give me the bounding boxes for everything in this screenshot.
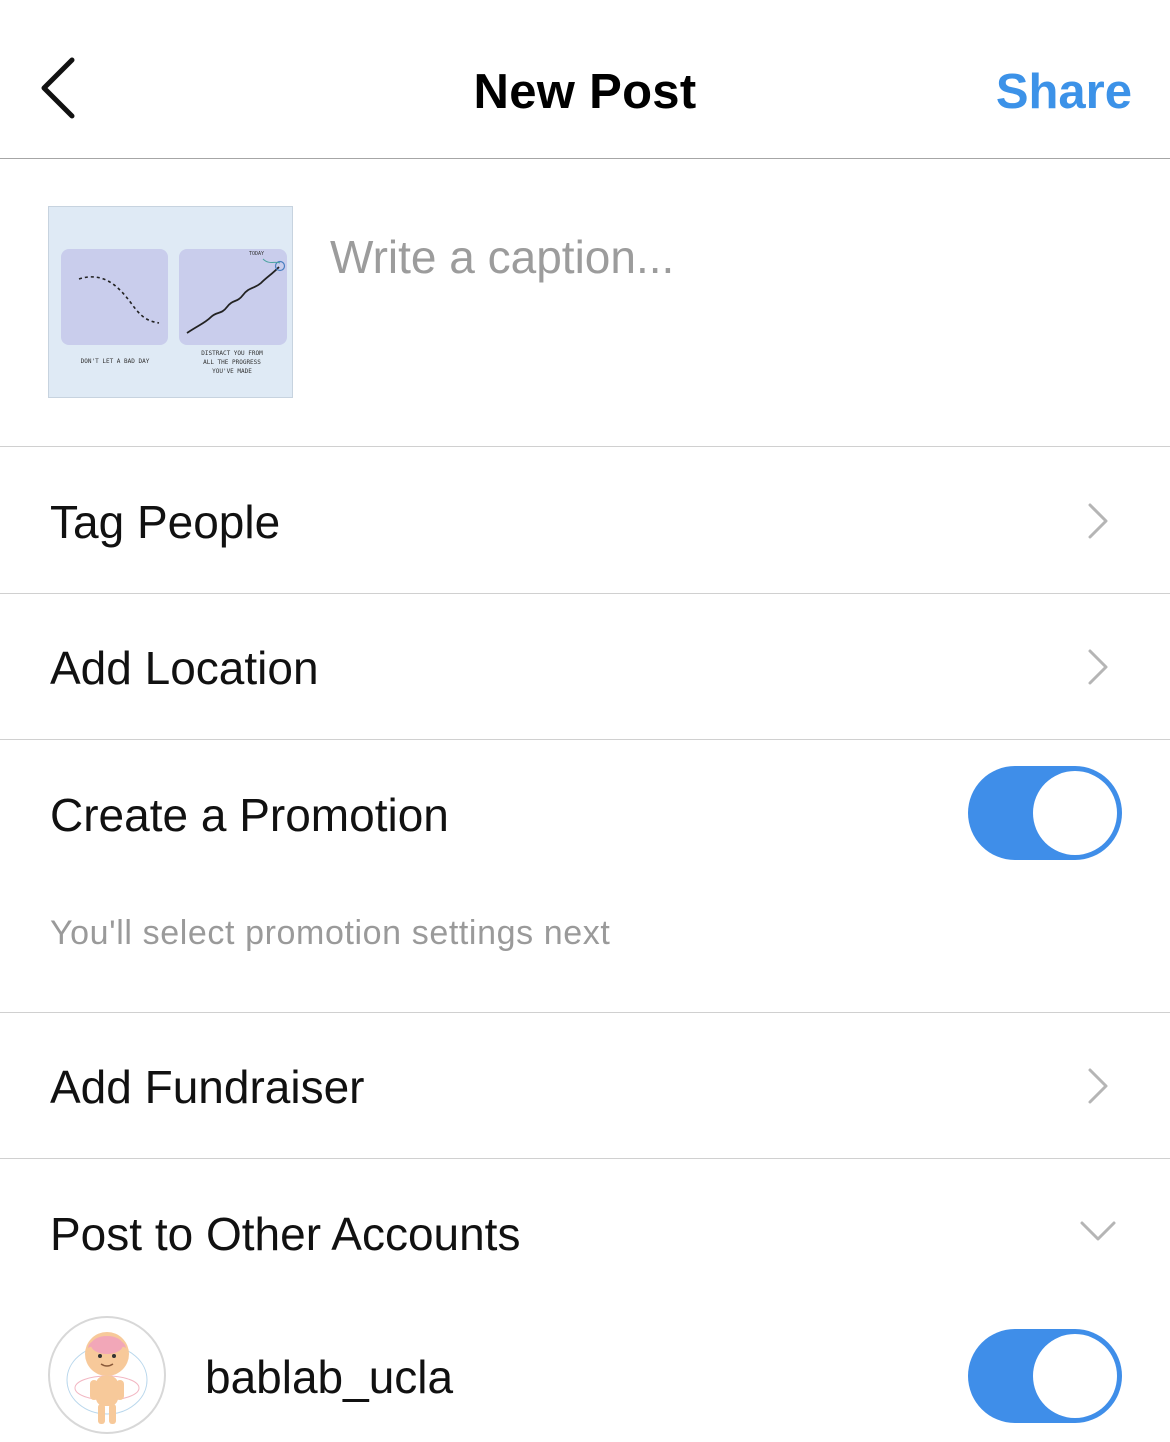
avatar	[48, 1316, 166, 1434]
thumbnail-today-label: TODAY	[249, 251, 264, 257]
page-title: New Post	[473, 65, 697, 119]
chevron-right-icon	[1088, 1068, 1108, 1104]
brain-character-avatar	[66, 1332, 148, 1424]
post-other-accounts-row[interactable]: Post to Other Accounts	[0, 1159, 1170, 1299]
thumbnail-graphic: TODAY DON'T LET A BAD DAY DISTRACT YOU F…	[61, 249, 287, 375]
chevron-down-icon	[1080, 1221, 1116, 1241]
post-thumbnail[interactable]: TODAY DON'T LET A BAD DAY DISTRACT YOU F…	[48, 206, 293, 398]
tag-people-row[interactable]: Tag People	[0, 447, 1170, 594]
create-promotion-label: Create a Promotion	[50, 789, 449, 841]
top-nav-bar: New Post Share	[0, 0, 1170, 159]
promotion-note: You'll select promotion settings next	[50, 914, 611, 952]
create-promotion-section: Create a Promotion	[0, 740, 1170, 1013]
caption-input[interactable]	[330, 230, 1130, 284]
chevron-right-icon	[1088, 503, 1108, 539]
add-location-label: Add Location	[50, 642, 319, 694]
thumbnail-right-caption-1: DISTRACT YOU FROM	[201, 350, 263, 357]
thumbnail-right-caption-2: ALL THE PROGRESS	[203, 359, 261, 366]
account-username: bablab_ucla	[205, 1351, 454, 1403]
add-fundraiser-row[interactable]: Add Fundraiser	[0, 1013, 1170, 1159]
thumbnail-right-caption-3: YOU'VE MADE	[212, 368, 252, 375]
chevron-right-icon	[1088, 649, 1108, 685]
caption-section: TODAY DON'T LET A BAD DAY DISTRACT YOU F…	[0, 160, 1170, 447]
add-location-row[interactable]: Add Location	[0, 594, 1170, 740]
post-other-accounts-label: Post to Other Accounts	[50, 1208, 521, 1260]
thumbnail-left-caption: DON'T LET A BAD DAY	[81, 358, 150, 365]
create-promotion-toggle[interactable]	[968, 766, 1122, 860]
share-button[interactable]: Share	[996, 64, 1132, 120]
account-toggle[interactable]	[968, 1329, 1122, 1423]
add-fundraiser-label: Add Fundraiser	[50, 1061, 365, 1113]
toggle-knob	[1033, 1334, 1117, 1418]
tag-people-label: Tag People	[50, 496, 281, 548]
toggle-knob	[1033, 771, 1117, 855]
